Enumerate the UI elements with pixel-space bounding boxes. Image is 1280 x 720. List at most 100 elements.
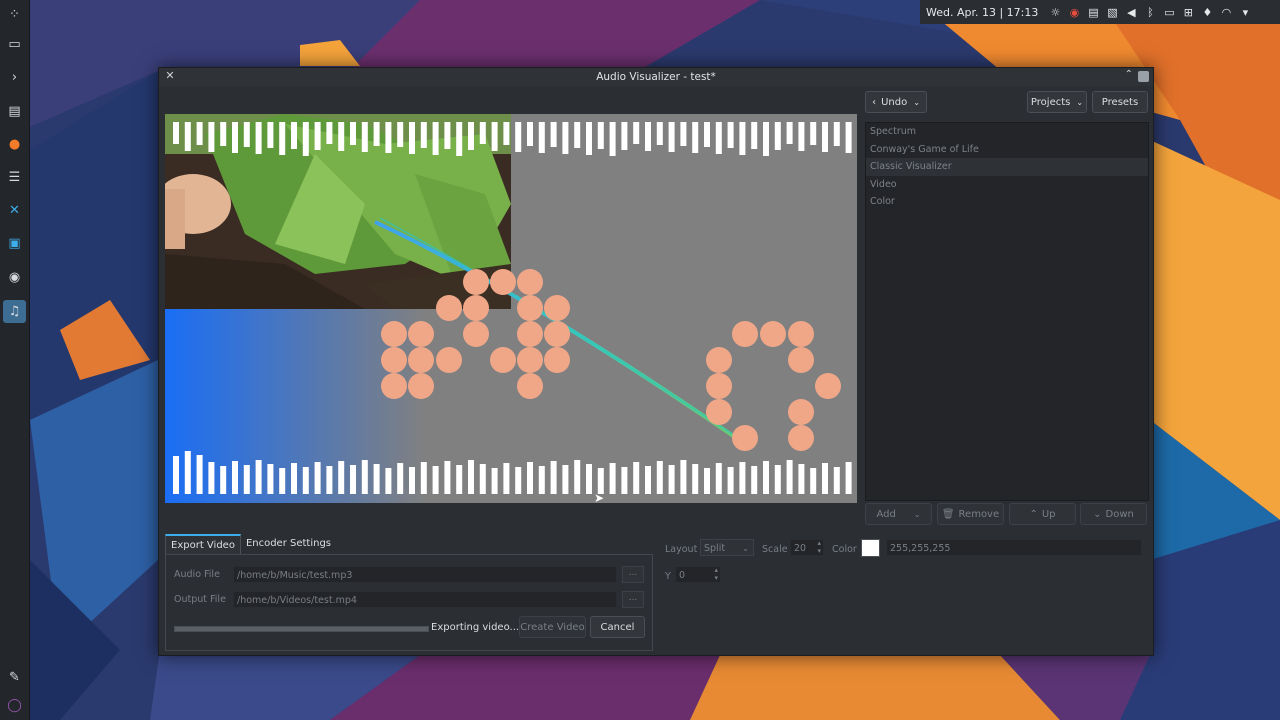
obs-icon[interactable]: ◉ (3, 266, 26, 289)
game-of-life-cell (517, 269, 543, 295)
presets-button[interactable]: Presets (1092, 91, 1148, 113)
tray-expand-icon[interactable]: ▾ (1239, 6, 1251, 19)
display-icon[interactable]: ▭ (1163, 6, 1175, 19)
chevron-down-icon: ⌄ (913, 97, 920, 107)
spectrum-bar (326, 466, 333, 494)
network-icon[interactable]: ⊞ (1182, 6, 1194, 19)
game-of-life-cell (381, 373, 407, 399)
spectrum-bar (302, 467, 309, 494)
list-item-classic-visualizer[interactable]: Classic Visualizer (866, 158, 1148, 176)
spectrum-bar (267, 464, 274, 494)
store-icon[interactable]: ▣ (3, 232, 26, 255)
obs-tray-icon[interactable]: ◉ (1068, 6, 1080, 19)
spectrum-bar (727, 467, 734, 494)
tab-export-video[interactable]: Export Video (165, 534, 241, 554)
spectrum-bar (538, 122, 545, 153)
game-of-life-cell (788, 425, 814, 451)
color-picker-icon[interactable]: ✎ (3, 666, 26, 689)
window-title: Audio Visualizer - test* (596, 71, 716, 83)
create-video-button[interactable]: Create Video (519, 616, 586, 638)
list-item-color[interactable]: Color (866, 193, 1148, 211)
game-of-life-cell (463, 321, 489, 347)
audio-browse-button[interactable]: ... (622, 566, 644, 583)
clock[interactable]: Wed. Apr. 13 | 17:13 (926, 6, 1038, 19)
volume-icon[interactable]: ◀ (1125, 6, 1137, 19)
terminal-icon[interactable]: › (3, 66, 26, 89)
spectrum-bar (774, 465, 781, 494)
spectrum-bar (420, 122, 427, 148)
game-of-life-cell (381, 347, 407, 373)
microphone-icon[interactable]: ♦ (1201, 6, 1213, 19)
output-file-label: Output File (174, 594, 226, 605)
spectrum-bar (527, 462, 533, 494)
settings-icon[interactable]: ☰ (3, 166, 26, 189)
bluetooth-icon[interactable]: ᛒ (1144, 6, 1156, 19)
spectrum-bar (350, 122, 356, 145)
brightness-icon[interactable]: ☼ (1049, 6, 1061, 19)
chevron-down-icon: ⌄ (913, 509, 921, 519)
app-icon (1138, 71, 1149, 82)
spectrum-bar (621, 467, 628, 494)
spectrum-bar (184, 451, 191, 494)
scale-label: Scale (762, 544, 788, 555)
move-up-button[interactable]: ⌃ Up (1009, 503, 1076, 525)
output-browse-button[interactable]: ... (622, 591, 644, 608)
color-value-input[interactable]: 255,255,255 (886, 539, 1142, 556)
remove-component-button[interactable]: 🗑 Remove (937, 503, 1004, 525)
scale-spinbox[interactable]: 20 ▴ ▾ (790, 539, 824, 556)
file-manager-icon[interactable]: ▤ (3, 100, 26, 123)
system-tray: Wed. Apr. 13 | 17:13 ☼ ◉ ▤ ▧ ◀ ᛒ ▭ ⊞ ♦ ◠… (920, 0, 1280, 24)
clipboard-icon[interactable]: ▤ (1087, 6, 1099, 19)
layout-label: Layout (665, 544, 698, 555)
y-spinbox[interactable]: 0 ▴ ▾ (675, 566, 721, 583)
spectrum-bar (704, 122, 710, 147)
audio-visualizer-task-icon[interactable]: ♫ (3, 300, 26, 323)
chevron-up-icon: ⌃ (1029, 508, 1038, 520)
wifi-icon[interactable]: ◠ (1220, 6, 1232, 19)
spectrum-bar (774, 122, 781, 150)
spectrum-bar (822, 463, 828, 494)
spectrum-bar (656, 461, 663, 494)
list-item-video[interactable]: Video (866, 176, 1148, 194)
spectrum-bar (385, 122, 392, 153)
layout-select[interactable]: Split ⌄ (700, 539, 754, 556)
list-item-game-of-life[interactable]: Conway's Game of Life (866, 141, 1148, 159)
spectrum-bar (668, 465, 675, 494)
spectrum-bar (291, 463, 297, 494)
spectrum-bar (456, 465, 463, 494)
add-component-button[interactable]: Add ⌄ (865, 503, 932, 525)
spectrum-bar (479, 122, 486, 144)
app-launcher-icon[interactable]: ⁘ (3, 3, 26, 26)
color-swatch-button[interactable] (861, 539, 880, 557)
screenshot-icon[interactable]: ▧ (1106, 6, 1118, 19)
move-down-button[interactable]: ⌄ Down (1080, 503, 1147, 525)
list-item-spectrum[interactable]: Spectrum (866, 123, 1148, 141)
user-circle-icon[interactable]: ◯ (3, 694, 26, 717)
close-icon[interactable]: ✕ (163, 69, 177, 85)
component-list[interactable]: Spectrum Conway's Game of Life Classic V… (865, 122, 1149, 501)
firefox-icon[interactable]: ● (3, 133, 26, 156)
spectrum-bar (173, 456, 179, 494)
audio-file-input[interactable]: /home/b/Music/test.mp3 (233, 566, 617, 583)
keep-above-icon[interactable]: ⌃ (1125, 69, 1133, 80)
spectrum-bar (468, 122, 474, 150)
game-of-life-cell (815, 373, 841, 399)
spectrum-bar (574, 122, 581, 148)
cancel-button[interactable]: Cancel (590, 616, 645, 638)
titlebar[interactable]: ✕ Audio Visualizer - test* ⌃ (159, 68, 1153, 86)
tab-encoder-settings[interactable]: Encoder Settings (241, 534, 336, 554)
spectrum-bar (786, 122, 793, 144)
spectrum-bar (243, 122, 250, 147)
undo-button[interactable]: ‹ Undo ⌄ (865, 91, 927, 113)
output-file-input[interactable]: /home/b/Videos/test.mp4 (233, 591, 617, 608)
spectrum-bar (633, 462, 640, 494)
show-desktop-icon[interactable]: ▭ (3, 33, 26, 56)
mouse-cursor-icon: ➤ (594, 491, 605, 505)
game-of-life-cell (706, 347, 732, 373)
projects-button[interactable]: Projects ⌄ (1027, 91, 1087, 113)
game-of-life-cell (408, 321, 434, 347)
spectrum-bar (491, 468, 498, 494)
spectrum-bar (279, 468, 286, 494)
vscode-icon[interactable]: ✕ (3, 199, 26, 222)
game-of-life-cell (463, 295, 489, 321)
